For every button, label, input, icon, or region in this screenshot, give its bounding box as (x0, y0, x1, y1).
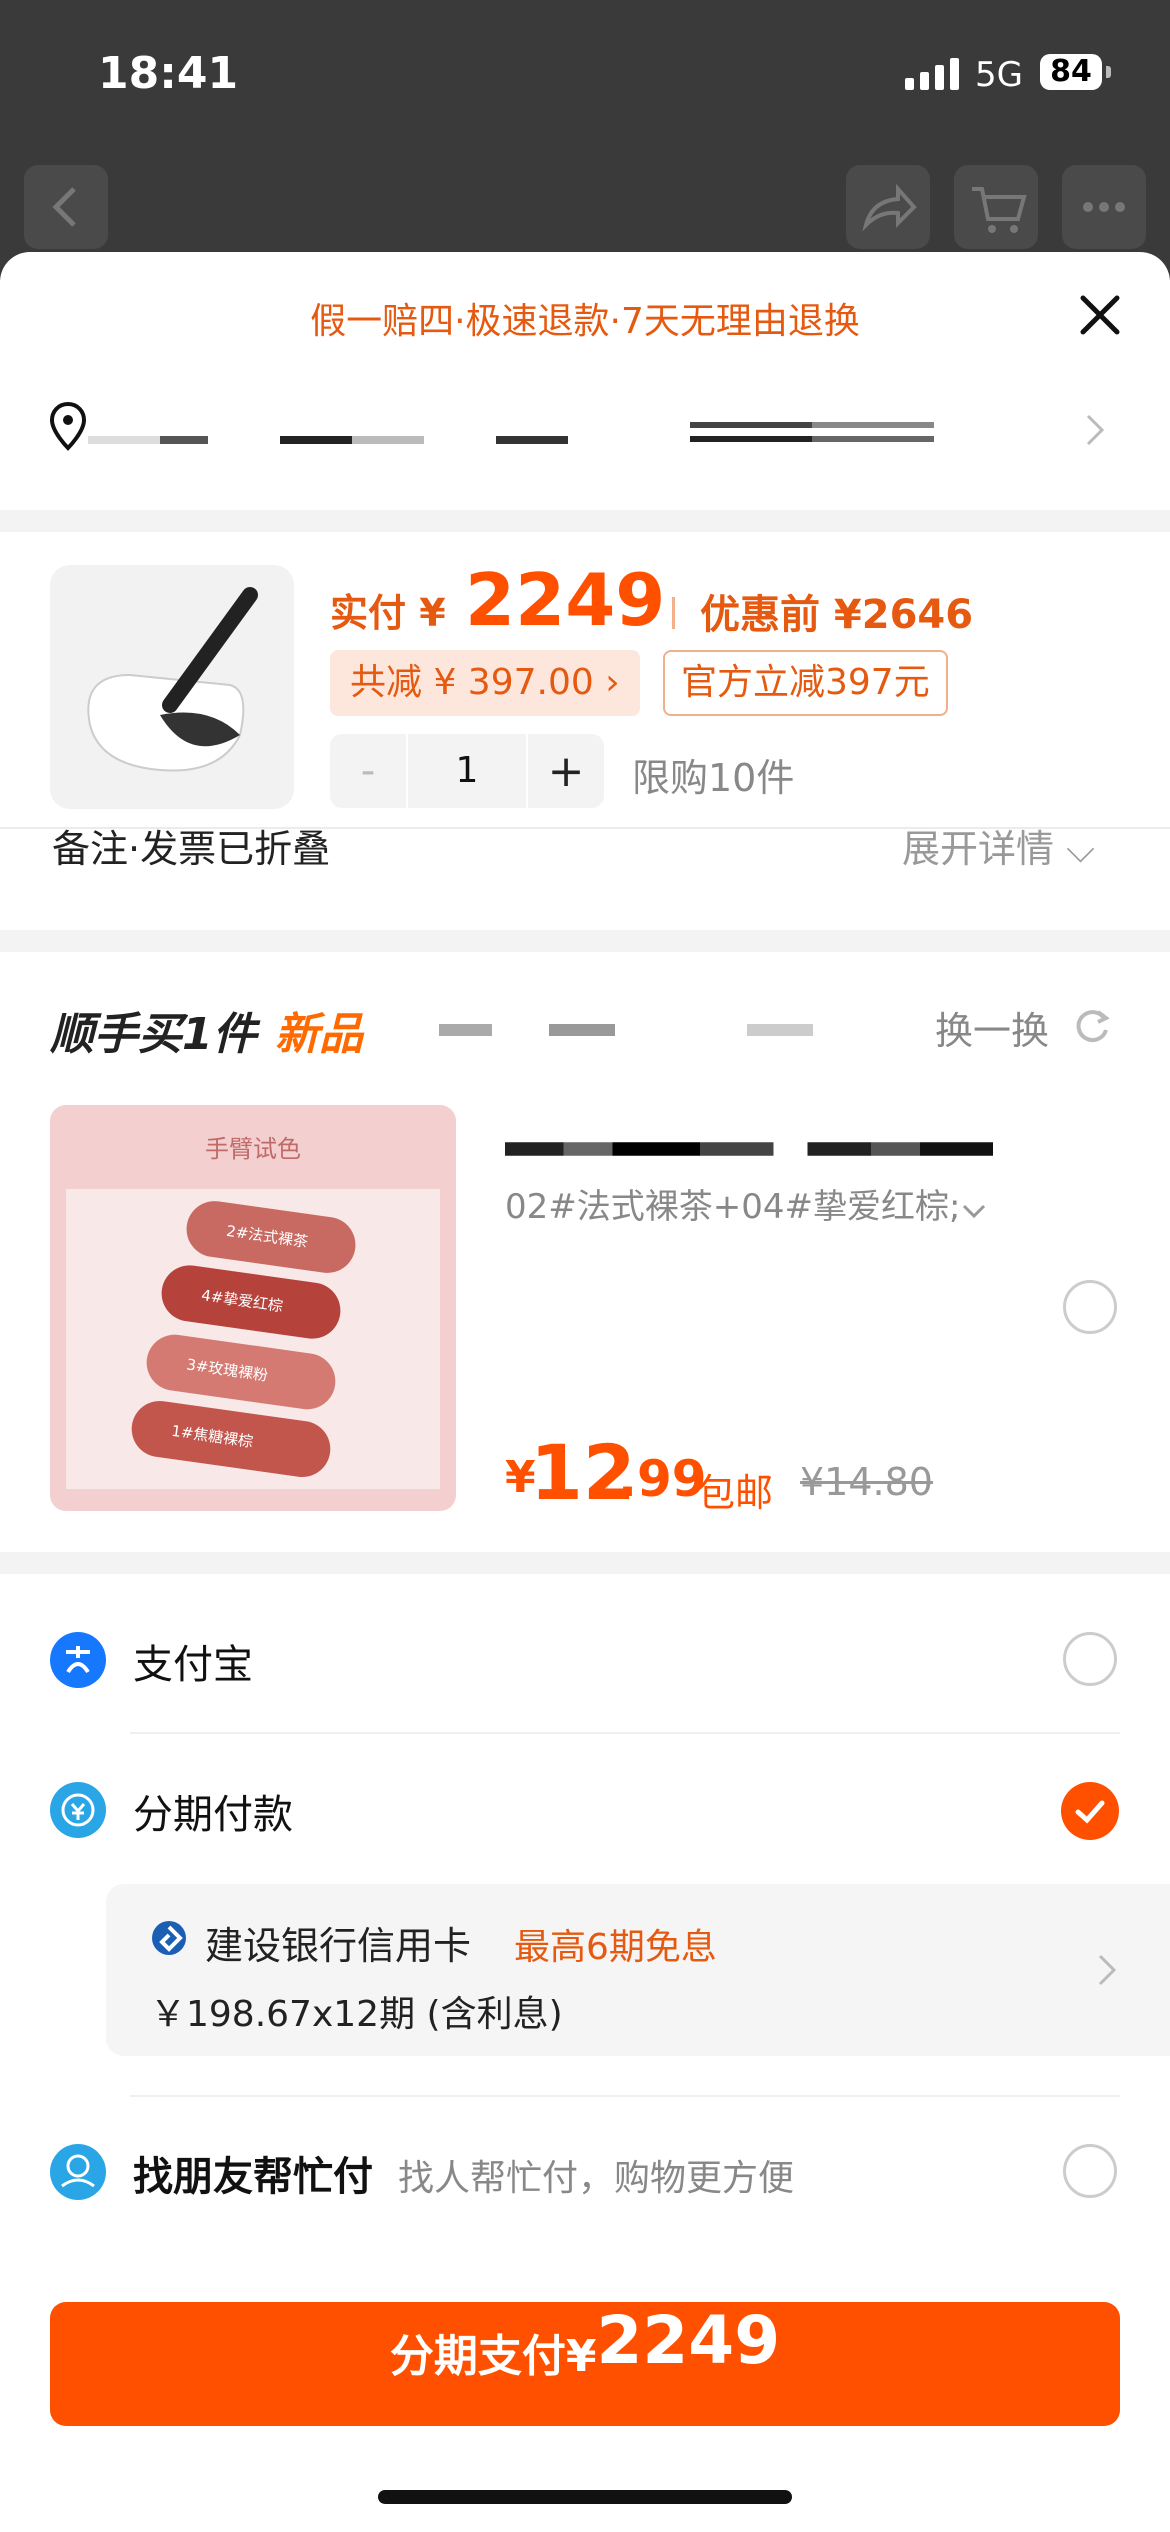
ccb-bank-icon (152, 1921, 186, 1955)
redacted-address-3 (690, 436, 934, 442)
alipay-icon (50, 1632, 106, 1688)
signal-icon (905, 58, 959, 90)
chevron-right-icon[interactable] (1080, 410, 1110, 450)
image-caption: 手臂试色 (205, 1135, 301, 1163)
chevron-right-icon[interactable] (1092, 1950, 1122, 1990)
arm-swatch-panel: 2#法式裸茶 4#挚爱红棕 3#玫瑰裸粉 1#焦糖裸棕 (66, 1189, 440, 1489)
note-invoice-collapsed[interactable]: 备注·发票已折叠 (52, 818, 330, 873)
quantity-stepper: - 1 + (330, 734, 604, 808)
chevron-down-icon[interactable] (960, 1202, 988, 1222)
swap-button[interactable]: 换一换 (935, 1000, 1049, 1055)
location-pin-icon (49, 401, 87, 451)
installment-label[interactable]: 分期付款 (133, 1782, 293, 1840)
installment-pay-button[interactable]: 分期支付¥2249 (50, 2302, 1120, 2426)
decrease-button[interactable]: - (330, 748, 406, 794)
installment-icon (50, 1782, 106, 1838)
home-indicator (378, 2490, 792, 2504)
pay-button-label: 分期支付¥ (389, 2331, 597, 2382)
network-type: 5G (975, 55, 1023, 95)
swatch-4: 1#焦糖裸棕 (128, 1397, 334, 1481)
section-divider (0, 930, 1170, 952)
refresh-icon[interactable] (1070, 1004, 1114, 1048)
variant-selector[interactable]: 02#法式裸茶+04#挚爱红棕; (505, 1182, 965, 1232)
swatch-3: 3#玫瑰裸粉 (143, 1331, 339, 1413)
friend-pay-label[interactable]: 找朋友帮忙付 (133, 2144, 373, 2202)
installment-plan: ￥198.67x12期 (含利息) (150, 1994, 563, 2035)
new-product-tag: 新品 (275, 1009, 363, 1060)
battery-icon: 84 (1040, 54, 1102, 90)
back-button[interactable] (24, 165, 108, 249)
redacted-title (395, 1024, 835, 1036)
redacted-product-name (505, 1142, 993, 1156)
more-icon (1083, 202, 1125, 212)
swatch-1: 2#法式裸茶 (182, 1197, 360, 1277)
more-button[interactable] (1062, 165, 1146, 249)
official-discount-tag: 官方立减397元 (663, 650, 948, 716)
section-divider (0, 510, 1170, 532)
installment-checked[interactable] (1061, 1782, 1119, 1840)
free-shipping-label: 包邮 (697, 1471, 774, 1515)
total-discount-tag[interactable]: 共减 ¥ 397.00 › (330, 650, 640, 716)
expand-details-button[interactable]: 展开详情 ⌵ (902, 818, 1095, 873)
product-thumbnail (87, 587, 258, 772)
alipay-radio[interactable] (1063, 1632, 1117, 1686)
friend-pay-icon (50, 2144, 106, 2200)
status-time: 18:41 (98, 48, 239, 99)
paid-label: 实付 ¥ (330, 591, 446, 635)
alipay-label[interactable]: 支付宝 (133, 1632, 253, 1690)
cart-button[interactable] (954, 165, 1038, 249)
before-discount-price: 优惠前 ¥2646 (700, 592, 974, 638)
cart-icon (972, 187, 1027, 233)
guarantee-banner: 假一赔四·极速退款·7天无理由退换 (310, 301, 860, 342)
checkout-sheet: 假一赔四·极速退款·7天无理由退换 实付 ¥ 2249 优惠前 ¥2646 共减… (0, 252, 1170, 2532)
price-separator (672, 597, 675, 629)
section-divider (0, 1552, 1170, 1574)
add-on-radio[interactable] (1063, 1280, 1117, 1334)
price-decimal: .99 (618, 1450, 707, 1508)
redacted-address-2 (690, 422, 934, 428)
interest-free-promo: 最高6期免息 (514, 1927, 717, 1968)
purchase-limit: 限购10件 (632, 756, 795, 800)
paid-amount: 2249 (465, 558, 666, 642)
pay-button-amount: 2249 (596, 2302, 781, 2379)
share-icon (862, 183, 917, 232)
check-icon (1075, 1800, 1105, 1824)
recommended-product-image[interactable]: 手臂试色 2#法式裸茶 4#挚爱红棕 3#玫瑰裸粉 1#焦糖裸棕 (50, 1105, 456, 1511)
swatch-2: 4#挚爱红棕 (157, 1261, 345, 1343)
friend-pay-subtitle: 找人帮忙付，购物更方便 (398, 2158, 795, 2199)
share-button[interactable] (846, 165, 930, 249)
add-on-title: 顺手买1件 (50, 1009, 257, 1060)
friend-pay-radio[interactable] (1063, 2144, 1117, 2198)
increase-button[interactable]: + (528, 746, 604, 797)
original-price: ¥14.80 (800, 1460, 933, 1504)
quantity-value[interactable]: 1 (406, 734, 528, 808)
row-divider (130, 1732, 1120, 1734)
redacted-address[interactable] (88, 436, 568, 444)
bank-name: 建设银行信用卡 (205, 1924, 472, 1968)
row-divider (130, 2095, 1120, 2097)
battery-tip (1106, 66, 1111, 78)
chevron-left-icon (52, 187, 76, 227)
close-icon[interactable] (1075, 290, 1125, 340)
product-image (50, 565, 294, 809)
